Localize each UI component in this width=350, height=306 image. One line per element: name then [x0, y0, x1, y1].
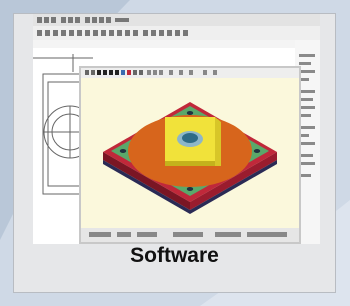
- card-caption: Software: [130, 244, 219, 267]
- 3d-view-window: [79, 66, 301, 244]
- software-screenshot: [33, 14, 320, 244]
- software-card[interactable]: Software: [13, 13, 336, 293]
